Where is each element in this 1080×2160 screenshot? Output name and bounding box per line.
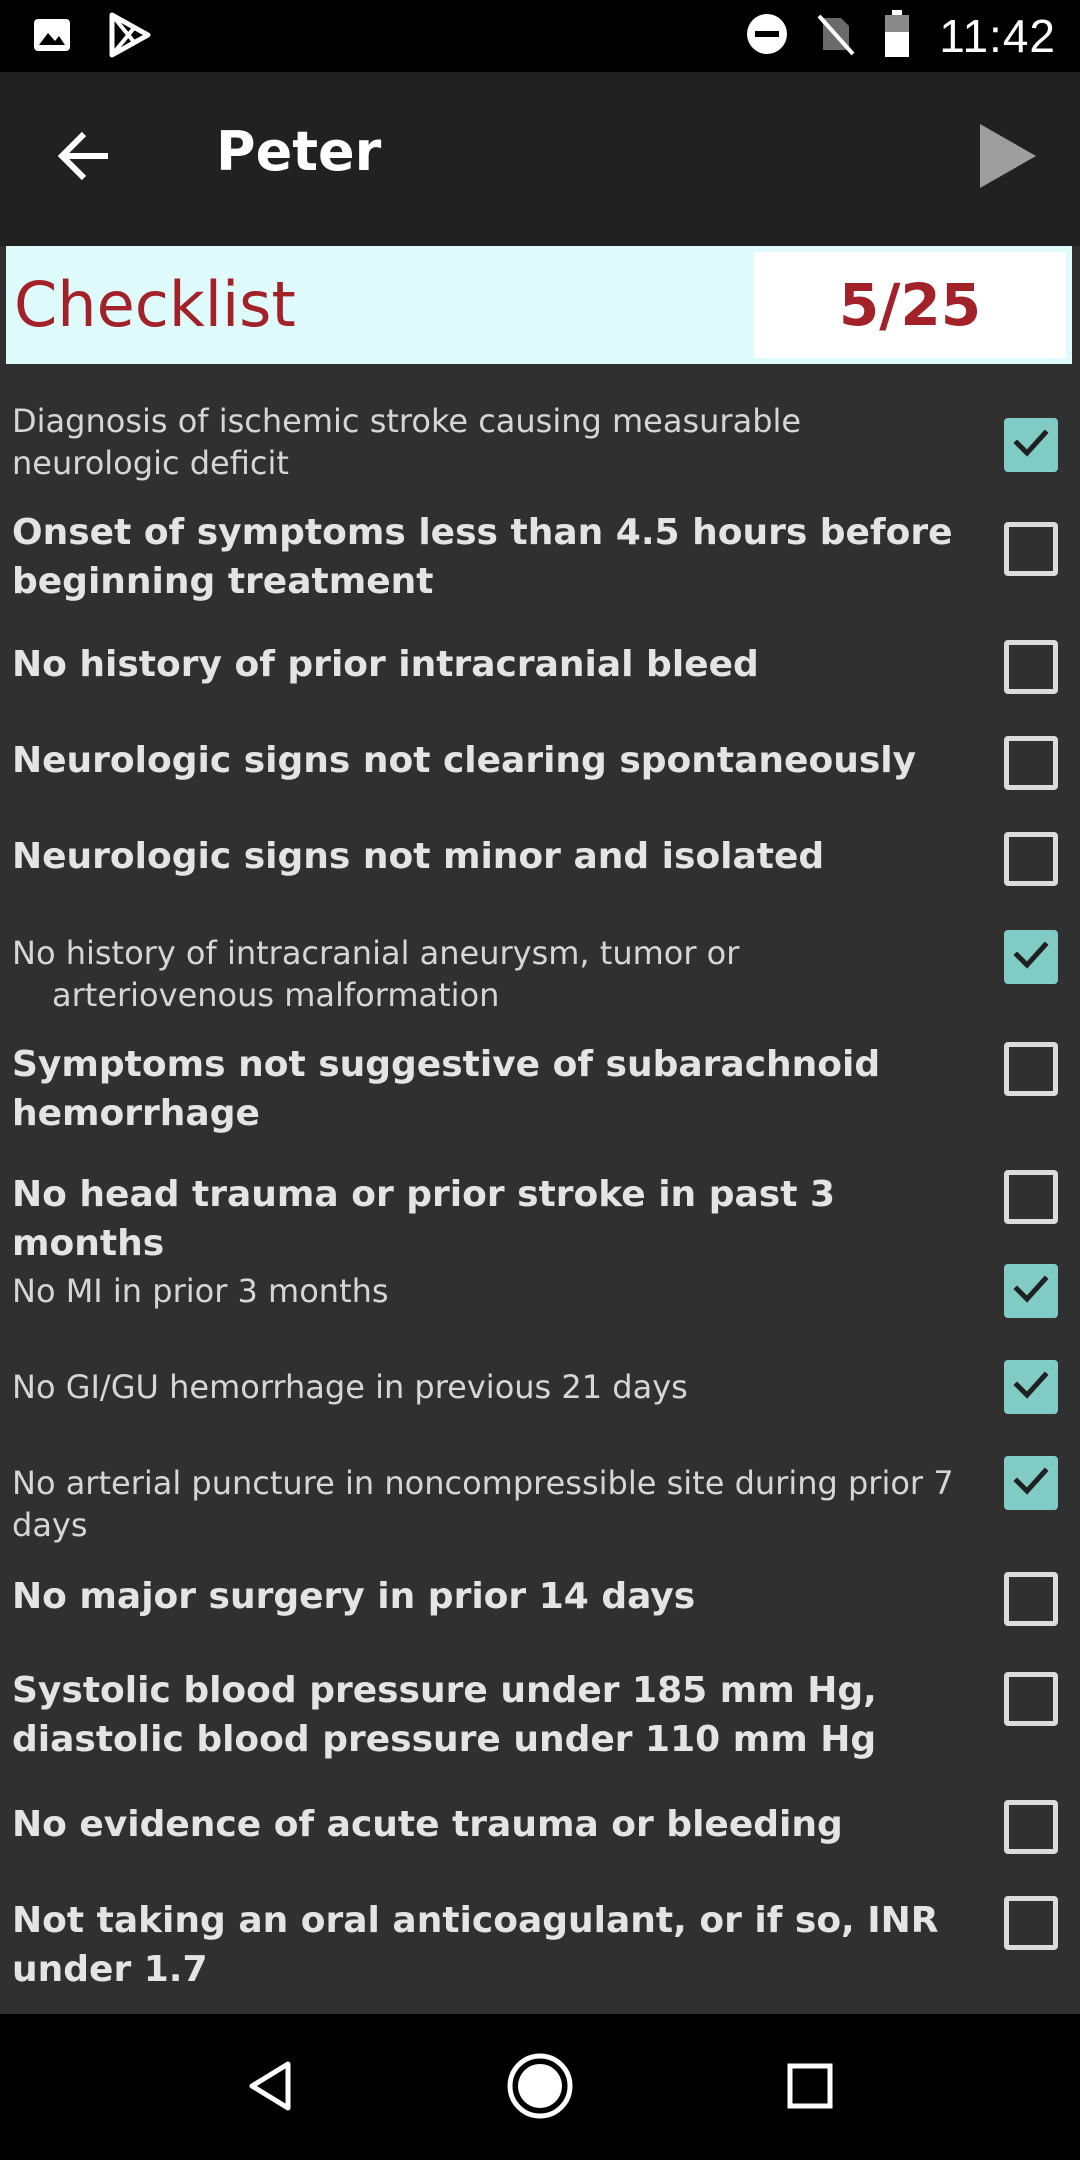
checklist-item-label: No GI/GU hemorrhage in previous 21 days — [12, 1368, 688, 1406]
nav-back-icon — [246, 2060, 294, 2116]
nav-home-button[interactable] — [502, 2050, 578, 2126]
checklist-item-label: No major surgery in prior 14 days — [12, 1576, 696, 1617]
checklist-count: 5/25 — [838, 271, 982, 339]
status-bar: 11:42 — [0, 0, 1080, 72]
checklist-title: Checklist — [14, 268, 296, 341]
checklist-checkbox[interactable] — [1004, 832, 1058, 886]
checklist-item-label: Diagnosis of ischemic stroke causing mea… — [12, 402, 802, 482]
nav-recents-icon — [786, 2062, 834, 2114]
no-sim-icon — [817, 12, 855, 60]
checklist-checkbox[interactable] — [1004, 1170, 1058, 1224]
check-icon — [1011, 1461, 1051, 1505]
checklist-checkbox[interactable] — [1004, 1672, 1058, 1726]
back-button[interactable] — [44, 118, 124, 198]
checklist-checkbox[interactable] — [1004, 1896, 1058, 1950]
app-bar: Peter — [0, 72, 1080, 246]
checklist-item-label: Systolic blood pressure under 185 mm Hg,… — [12, 1670, 877, 1760]
check-icon — [1011, 423, 1051, 467]
checklist-item-label: Onset of symptoms less than 4.5 hours be… — [12, 512, 953, 602]
check-icon — [1011, 1269, 1051, 1313]
checklist-checkbox[interactable] — [1004, 418, 1058, 472]
check-icon — [1011, 935, 1051, 979]
checklist-item-label: Neurologic signs not clearing spontaneou… — [12, 740, 917, 781]
checklist-item-label: No head trauma or prior stroke in past 3… — [12, 1174, 835, 1264]
checklist-item-label: Neurologic signs not minor and isolated — [12, 836, 825, 877]
status-notifications — [32, 12, 152, 62]
checklist-checkbox[interactable] — [1004, 1456, 1058, 1510]
checklist-checkbox[interactable] — [1004, 736, 1058, 790]
play-button[interactable] — [964, 116, 1044, 196]
checklist-checkbox[interactable] — [1004, 522, 1058, 576]
checklist-checkbox[interactable] — [1004, 1572, 1058, 1626]
status-time: 11:42 — [939, 10, 1056, 62]
navigation-bar — [0, 2014, 1080, 2160]
checklist-checkbox[interactable] — [1004, 930, 1058, 984]
status-system-icons: 11:42 — [745, 8, 1056, 64]
check-icon — [1011, 1365, 1051, 1409]
play-icon — [964, 124, 1044, 200]
checklist-item-label: No history of intracranial aneurysm, tum… — [12, 934, 740, 1014]
checklist-item-label: No arterial puncture in noncompressible … — [12, 1464, 954, 1544]
checklist-item-label: No evidence of acute trauma or bleeding — [12, 1804, 843, 1845]
play-store-icon — [106, 12, 152, 62]
checklist-checkbox[interactable] — [1004, 1042, 1058, 1096]
nav-recents-button[interactable] — [772, 2050, 848, 2126]
checklist-checkbox[interactable] — [1004, 1800, 1058, 1854]
checklist-checkbox[interactable] — [1004, 1360, 1058, 1414]
page-title: Peter — [216, 120, 382, 183]
arrow-back-icon — [56, 128, 112, 188]
checklist-checkbox[interactable] — [1004, 640, 1058, 694]
checklist-item-label: Symptoms not suggestive of subarachnoid … — [12, 1044, 881, 1134]
checklist-item-label: No MI in prior 3 months — [12, 1272, 389, 1310]
do-not-disturb-icon — [745, 12, 789, 60]
checklist-progress: 5/25 — [754, 252, 1066, 358]
checklist-item-label: Not taking an oral anticoagulant, or if … — [12, 1900, 939, 1990]
checklist-item-label: No history of prior intracranial bleed — [12, 644, 759, 685]
nav-home-icon — [505, 2051, 575, 2125]
image-icon — [32, 15, 72, 59]
battery-icon — [883, 10, 911, 62]
checklist-header: Checklist 5/25 — [6, 246, 1072, 364]
checklist-checkbox[interactable] — [1004, 1264, 1058, 1318]
nav-back-button[interactable] — [232, 2050, 308, 2126]
